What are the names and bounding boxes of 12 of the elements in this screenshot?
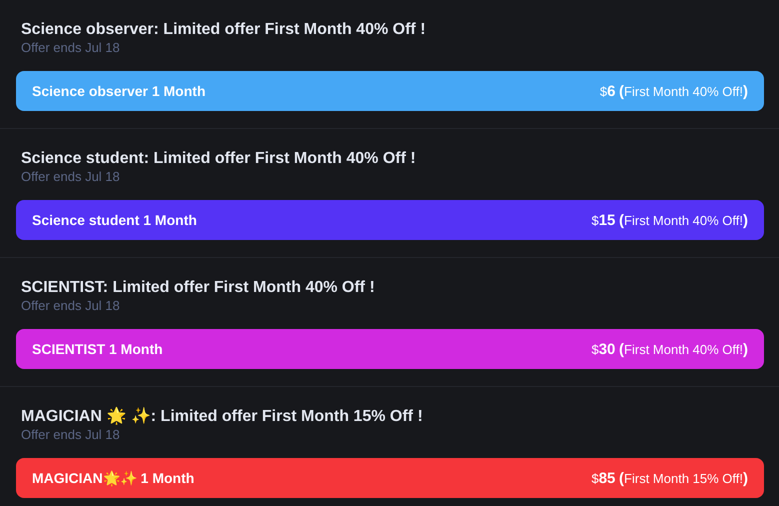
offer-end-date: Offer ends Jul 18 <box>20 40 121 56</box>
subscription-button[interactable]: SCIENTIST 1 Month $30 (First Month 40% Off!) <box>16 329 764 369</box>
subscription-button[interactable]: Science observer 1 Month $6 (First Month 40% Off!) <box>16 71 764 111</box>
subscription-button[interactable]: MAGICIAN🌟✨ 1 Month $85 (First Month 15% Off!) <box>16 458 764 498</box>
offer-title: Science student: Limited offer First Month 40% Off ! <box>20 149 417 169</box>
offer-title: SCIENTIST: Limited offer First Month 40% Off ! <box>20 278 376 298</box>
offer-title: Science observer: Limited offer First Month 40% Off ! <box>20 20 427 40</box>
subscription-button[interactable]: Science student 1 Month $15 (First Month 40% Off!) <box>16 200 764 240</box>
offer-end-date: Offer ends Jul 18 <box>20 427 121 443</box>
offer-end-date: Offer ends Jul 18 <box>20 169 121 185</box>
offer-end-date: Offer ends Jul 18 <box>20 298 121 314</box>
offer-title: MAGICIAN 🌟 ✨: Limited offer First Month 15% Off ! <box>20 407 424 427</box>
